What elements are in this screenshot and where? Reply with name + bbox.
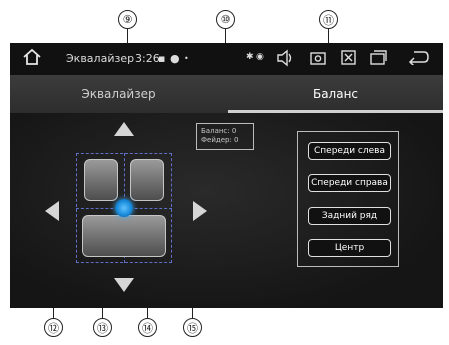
rear-row-button[interactable]: Задний ряд: [308, 207, 391, 225]
tab-equalizer[interactable]: Эквалайзер: [10, 75, 227, 113]
front-right-button[interactable]: Спереди справа: [308, 174, 391, 192]
device-screen: Эквалайзер 3:26 ▪ ● • ✱ ◉ Эквалайзер Бал…: [10, 43, 443, 308]
status-bar: Эквалайзер 3:26 ▪ ● • ✱ ◉: [10, 43, 443, 75]
balance-readout: Баланс: 0 Фейдер: 0: [196, 123, 254, 150]
back-icon[interactable]: [408, 50, 430, 68]
grid-line-v3: [171, 153, 172, 263]
front-left-seat: [84, 159, 118, 201]
volume-icon[interactable]: [275, 49, 295, 70]
tab-bar: Эквалайзер Баланс: [10, 75, 443, 113]
balance-right-arrow[interactable]: [193, 201, 207, 221]
callout-14: ⑭: [138, 318, 157, 337]
balance-value: Баланс: 0: [201, 127, 237, 135]
grid-line-v1: [76, 153, 77, 263]
callout-13: ⑬: [93, 318, 112, 337]
recent-apps-icon[interactable]: [370, 50, 387, 68]
center-button[interactable]: Центр: [308, 239, 391, 257]
balance-left-arrow[interactable]: [45, 201, 59, 221]
dot-icon: •: [184, 54, 189, 63]
tab-balance[interactable]: Баланс: [228, 75, 443, 113]
screenshot-icon[interactable]: [310, 50, 326, 68]
seat-diagram[interactable]: [76, 153, 172, 263]
status-time: 3:26: [135, 52, 160, 65]
balance-panel: Баланс: 0 Фейдер: 0 Спереди слева Сперед…: [10, 113, 443, 308]
callout-12: ⑫: [44, 318, 63, 337]
fader-down-arrow[interactable]: [114, 278, 134, 292]
front-left-button[interactable]: Спереди слева: [308, 142, 391, 160]
callout-9: ⑨: [118, 10, 137, 29]
front-right-seat: [130, 159, 164, 201]
callout-11: ⑪: [319, 10, 338, 29]
home-icon[interactable]: [22, 48, 42, 69]
bluetooth-icon: ✱: [246, 52, 254, 62]
preset-button-group: Спереди слева Спереди справа Задний ряд …: [297, 131, 399, 267]
sd-card-icon: ▪: [158, 52, 166, 65]
callout-15: ⑮: [183, 318, 202, 337]
close-app-icon[interactable]: [341, 50, 356, 68]
fader-up-arrow[interactable]: [114, 122, 134, 136]
location-icon: ◉: [256, 52, 264, 62]
callout-10: ⑩: [216, 10, 235, 29]
settings-icon: ●: [170, 52, 180, 65]
status-title: Эквалайзер: [66, 52, 135, 65]
fader-value: Фейдер: 0: [201, 136, 239, 144]
rear-seat: [82, 215, 166, 257]
balance-position-marker[interactable]: [115, 199, 133, 217]
